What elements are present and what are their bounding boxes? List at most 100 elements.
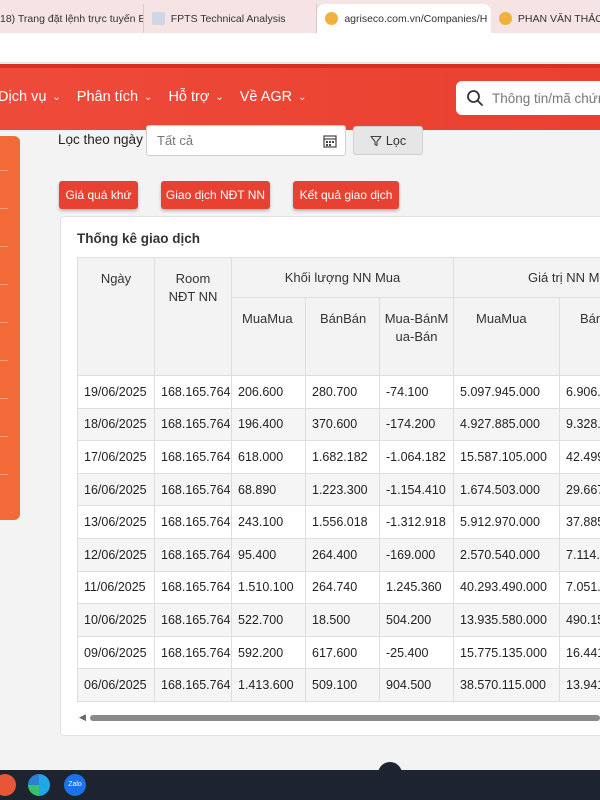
table-row: 17/06/2025 168.165.764 618.000 1.682.182 -1.… xyxy=(77,440,600,474)
table-cell: 168.165.764 xyxy=(154,537,232,572)
chevron-down-icon: ⌄ xyxy=(298,91,307,103)
table-cell: 168.165.764 xyxy=(154,668,232,702)
table-cell: 37.885. xyxy=(559,505,600,539)
tab-ket-qua-giao-dich[interactable]: Kết quả giao dịch xyxy=(293,181,399,209)
table-row: 19/06/2025 168.165.764 206.600 280.700 -74.1… xyxy=(77,375,600,409)
table-cell: 12/06/2025 xyxy=(77,537,155,572)
table-cell: 5.912.970.000 xyxy=(453,505,561,539)
table-cell: 264.400 xyxy=(305,537,380,572)
header-sell: BánBán xyxy=(305,297,380,376)
table-row: 18/06/2025 168.165.764 196.400 370.600 -174.… xyxy=(77,407,600,442)
nav-item-ve-agr[interactable]: Về AGR ⌄ xyxy=(240,89,307,105)
tab-title: agriseco.com.vn/Companies/H xyxy=(344,12,488,25)
site-header: /Dịch vụ ⌄ Phân tích ⌄ Hỗ trợ ⌄ Về AGR ⌄… xyxy=(0,64,600,130)
table-row: 13/06/2025 168.165.764 243.100 1.556.018 -1.… xyxy=(77,505,600,539)
browser-tab-strip: 18) Trang đặt lệnh trực tuyến E ✕ FPTS T… xyxy=(0,0,600,33)
table-cell: 168.165.764 xyxy=(154,505,232,539)
table-cell: 1.674.503.000 xyxy=(453,472,561,507)
table-cell: 18/06/2025 xyxy=(77,407,155,442)
date-filter-input[interactable]: Tất cả xyxy=(146,125,346,156)
table-cell: 1.413.600 xyxy=(231,668,306,702)
header-date: Ngày xyxy=(77,257,155,376)
table-cell: 509.100 xyxy=(305,668,380,702)
nav-item-ho-tro[interactable]: Hỗ trợ ⌄ xyxy=(168,89,223,105)
tab-title: PHAN VĂN THẢO - xyxy=(517,12,600,25)
horizontal-scrollbar[interactable]: ◀ xyxy=(77,712,600,724)
table-cell: 904.500 xyxy=(378,668,455,702)
table-cell: 617.600 xyxy=(305,635,380,670)
table-cell: -25.400 xyxy=(378,635,455,670)
table-cell: 13.935.580.000 xyxy=(453,603,561,637)
table-cell: 206.600 xyxy=(231,375,306,409)
browser-tab[interactable]: PHAN VĂN THẢO - xyxy=(491,4,600,33)
browser-toolbar xyxy=(0,33,600,63)
agriseco-favicon-icon xyxy=(498,12,512,25)
table-body: 19/06/2025 168.165.764 206.600 280.700 -74.1… xyxy=(77,375,600,702)
table-cell: 9.328.7 xyxy=(559,407,600,442)
main-nav: /Dịch vụ ⌄ Phân tích ⌄ Hỗ trợ ⌄ Về AGR ⌄ xyxy=(0,64,323,130)
table-row: 06/06/2025 168.165.764 1.413.600 509.100 904… xyxy=(77,668,600,702)
table-row: 11/06/2025 168.165.764 1.510.100 264.740 1.2… xyxy=(77,570,600,605)
table-cell: 16/06/2025 xyxy=(77,472,155,507)
nav-label: /Dịch vụ xyxy=(0,89,47,105)
table-cell: 522.700 xyxy=(231,603,306,637)
scroll-left-icon[interactable]: ◀ xyxy=(79,712,86,723)
table-row: 16/06/2025 168.165.764 68.890 1.223.300 -1.1… xyxy=(77,472,600,507)
table-row: 10/06/2025 168.165.764 522.700 18.500 504.20… xyxy=(77,603,600,637)
side-menu-panel[interactable] xyxy=(0,136,20,520)
calendar-icon[interactable] xyxy=(323,134,337,148)
table-row: 12/06/2025 168.165.764 95.400 264.400 -169.0… xyxy=(77,537,600,572)
table-cell: 168.165.764 xyxy=(154,603,232,637)
table-cell: 1.510.100 xyxy=(231,570,306,605)
table-cell: 09/06/2025 xyxy=(77,635,155,670)
tab-title: FPTS Technical Analysis xyxy=(170,12,286,25)
table-cell: 1.556.018 xyxy=(305,505,380,539)
trading-statistics-table: Ngày Room NĐT NN Khối lượng NN Mua Giá t… xyxy=(77,257,600,702)
table-cell: 40.293.490.000 xyxy=(453,570,561,605)
table-cell: 2.570.540.000 xyxy=(453,537,561,572)
trading-table-container[interactable]: Ngày Room NĐT NN Khối lượng NN Mua Giá t… xyxy=(77,257,600,703)
table-cell: 29.667. xyxy=(559,472,600,507)
table-cell: 15.587.105.000 xyxy=(453,440,561,474)
app-icon[interactable] xyxy=(0,774,16,796)
table-cell: 618.000 xyxy=(231,440,306,474)
header-net: Mua-BánMua-Bán xyxy=(378,297,455,376)
table-cell: 38.570.115.000 xyxy=(453,668,561,702)
table-cell: 168.165.764 xyxy=(154,472,232,507)
chevron-down-icon: ⌄ xyxy=(52,91,61,103)
table-cell: 17/06/2025 xyxy=(77,440,155,474)
table-cell: -1.064.182 xyxy=(378,440,455,474)
search-placeholder: Thông tin/mã chứng xyxy=(492,90,600,106)
table-cell: 18.500 xyxy=(305,603,380,637)
table-cell: 15.775.135.000 xyxy=(453,635,561,670)
table-cell: 370.600 xyxy=(305,407,380,442)
zalo-icon[interactable]: Zalo xyxy=(64,774,86,796)
tab-giao-dich-ndt-nn[interactable]: Giao dịch NĐT NN xyxy=(161,181,270,209)
scrollbar-thumb[interactable] xyxy=(90,715,600,721)
table-cell: -1.154.410 xyxy=(378,472,455,507)
tab-title: 18) Trang đặt lệnh trực tuyến E xyxy=(0,12,144,25)
header-group-value: Giá trị NN Mu xyxy=(453,257,600,298)
table-cell: 592.200 xyxy=(231,635,306,670)
browser-tab[interactable]: FPTS Technical Analysis xyxy=(144,4,318,33)
table-row: 09/06/2025 168.165.764 592.200 617.600 -25.4… xyxy=(77,635,600,670)
table-cell: 1.223.300 xyxy=(305,472,380,507)
tab-gia-qua-khu[interactable]: Giá quá khứ xyxy=(59,181,138,209)
edge-browser-icon[interactable] xyxy=(28,774,50,796)
table-cell: 13.941. xyxy=(559,668,600,702)
table-cell: -174.200 xyxy=(378,407,455,442)
nav-item-dich-vu[interactable]: /Dịch vụ ⌄ xyxy=(0,89,61,105)
chevron-down-icon: ⌄ xyxy=(144,91,153,103)
table-cell: -74.100 xyxy=(378,375,455,409)
browser-tab-active[interactable]: agriseco.com.vn/Companies/H ✕ xyxy=(317,4,491,33)
date-value: Tất cả xyxy=(157,133,194,148)
nav-item-phan-tich[interactable]: Phân tích ⌄ xyxy=(77,89,153,105)
search-input[interactable]: Thông tin/mã chứng xyxy=(456,81,600,115)
table-cell: 5.097.945.000 xyxy=(453,375,561,409)
filter-button[interactable]: Lọc xyxy=(353,126,423,155)
browser-tab[interactable]: 18) Trang đặt lệnh trực tuyến E ✕ xyxy=(0,4,144,33)
filter-button-label: Lọc xyxy=(385,133,407,148)
funnel-icon xyxy=(370,135,382,146)
table-cell: 4.927.885.000 xyxy=(453,407,561,442)
table-cell: 243.100 xyxy=(231,505,306,539)
